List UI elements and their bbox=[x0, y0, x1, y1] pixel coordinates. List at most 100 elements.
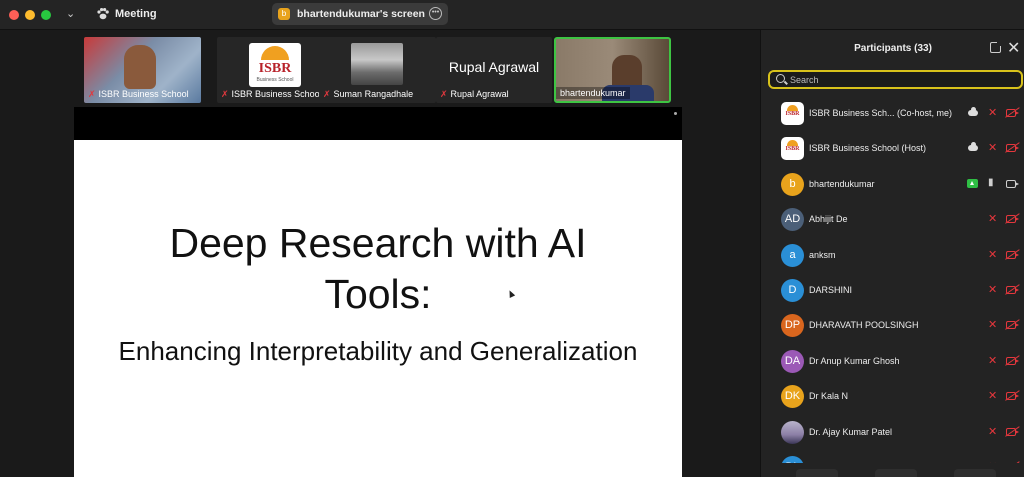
search-input[interactable] bbox=[790, 73, 1010, 86]
profile-picture bbox=[351, 43, 403, 85]
meeting-label: Meeting bbox=[115, 8, 157, 20]
close-icon[interactable]: ✕ bbox=[1007, 38, 1020, 58]
participant-row[interactable]: Dr. Ajay Kumar Patel ✕ bbox=[761, 415, 1024, 450]
participant-name: Dr Anup Kumar Ghosh bbox=[809, 355, 900, 366]
camera-off-icon[interactable] bbox=[1006, 392, 1019, 401]
video-tile-name: Rupal Agrawal bbox=[450, 89, 509, 99]
mic-icon[interactable]: ▮ bbox=[988, 177, 994, 188]
close-window-button[interactable] bbox=[9, 10, 19, 20]
camera-off-icon[interactable] bbox=[1006, 321, 1019, 330]
toolbar-button[interactable] bbox=[875, 469, 917, 477]
more-options-icon[interactable]: ••• bbox=[429, 7, 442, 20]
avatar: D bbox=[781, 279, 804, 302]
avatar: ISBR bbox=[781, 102, 804, 125]
muted-mic-icon[interactable]: ✕ bbox=[988, 460, 997, 463]
maximize-window-button[interactable] bbox=[41, 10, 51, 20]
avatar: DP bbox=[781, 314, 804, 338]
active-speaker-tile[interactable]: bhartendukumar bbox=[554, 37, 671, 103]
minimize-window-button[interactable] bbox=[25, 10, 35, 20]
participant-row[interactable]: AD Abhijit De ✕ bbox=[761, 202, 1024, 237]
camera-off-icon[interactable] bbox=[1006, 250, 1019, 259]
screen-share-label: bhartendukumar's screen bbox=[297, 8, 425, 20]
participant-name: ISBR Business School (Host) bbox=[809, 143, 927, 154]
share-indicator-dot bbox=[674, 112, 677, 115]
avatar: DK bbox=[781, 385, 804, 409]
avatar: DL bbox=[781, 456, 804, 463]
title-bar: ⌄ Meeting b bhartendukumar's screen ••• bbox=[0, 0, 1024, 30]
participants-panel: Participants (33) ✕ ISBR ISBR Business Sc… bbox=[760, 30, 1024, 477]
share-screen-icon bbox=[967, 178, 978, 188]
video-tile[interactable]: Rupal Agrawal ✗ Rupal Agrawal bbox=[436, 37, 552, 103]
participant-name: Dr. Ajay Kumar Patel bbox=[809, 426, 893, 437]
chevron-down-icon[interactable]: ⌄ bbox=[66, 7, 75, 20]
participant-name: bhartendukumar bbox=[809, 178, 875, 189]
video-tile-name: ISBR Business School bbox=[98, 89, 189, 99]
muted-mic-icon[interactable]: ✕ bbox=[988, 248, 997, 261]
participant-row[interactable]: DL ✕ bbox=[761, 450, 1024, 463]
participant-search[interactable] bbox=[768, 70, 1023, 89]
participant-name: anksm bbox=[809, 249, 836, 260]
avatar: DA bbox=[781, 349, 804, 373]
isbr-logo: ISBR Business School bbox=[249, 43, 301, 87]
screen-share-pill[interactable]: b bhartendukumar's screen ••• bbox=[272, 3, 448, 25]
video-tile-display-name: Rupal Agrawal bbox=[448, 59, 540, 75]
zoom-meeting-window: ⌄ Meeting b bhartendukumar's screen ••• … bbox=[0, 0, 1024, 477]
participant-name: DARSHINI bbox=[809, 285, 853, 295]
video-tile[interactable]: ISBR Business School ✗ ISBR Business Scho… bbox=[217, 37, 334, 103]
camera-off-icon[interactable] bbox=[1006, 109, 1019, 117]
participant-row[interactable]: ISBR ISBR Business School (Host) ✕ bbox=[761, 131, 1024, 166]
participant-name: ISBR Business Sch... (Co-host, me) bbox=[809, 108, 953, 118]
participant-list: ISBR ISBR Business Sch... (Co-host, me) ✕ I… bbox=[761, 96, 1024, 463]
meeting-icon bbox=[97, 8, 109, 20]
video-tile-name: Suman Rangadhale bbox=[333, 89, 414, 99]
presentation-slide: Deep Research with AI Tools: Enhancing I… bbox=[74, 140, 682, 477]
camera-icon[interactable] bbox=[1006, 179, 1019, 188]
participant-name: Abhijit De bbox=[809, 214, 848, 225]
video-tile-name: ISBR Business School bbox=[231, 89, 322, 99]
muted-mic-icon[interactable]: ✕ bbox=[988, 212, 997, 225]
video-tile[interactable]: ✗ Suman Rangadhale bbox=[319, 37, 436, 103]
muted-mic-icon[interactable]: ✕ bbox=[988, 141, 997, 154]
cloud-icon bbox=[968, 107, 978, 116]
screen-share-badge: b bbox=[278, 8, 290, 20]
muted-mic-icon[interactable]: ✕ bbox=[988, 318, 997, 331]
muted-mic-icon: ✗ bbox=[221, 89, 229, 99]
muted-mic-icon[interactable]: ✕ bbox=[988, 425, 997, 438]
participant-video-face bbox=[124, 45, 156, 89]
avatar bbox=[781, 420, 804, 444]
slide-subtitle: Enhancing Interpretability and Generaliz… bbox=[118, 336, 638, 366]
toolbar-button[interactable] bbox=[954, 469, 996, 477]
participant-row[interactable]: D DARSHINI ✕ bbox=[761, 273, 1024, 308]
muted-mic-icon[interactable]: ✕ bbox=[988, 389, 997, 402]
slide-title: Deep Research with AI Tools: bbox=[169, 220, 587, 317]
cloud-icon bbox=[968, 142, 978, 152]
participant-row[interactable]: a anksm ✕ bbox=[761, 238, 1024, 273]
camera-off-icon[interactable] bbox=[1006, 427, 1019, 436]
muted-mic-icon[interactable]: ✕ bbox=[988, 354, 997, 367]
muted-mic-icon[interactable]: ✕ bbox=[988, 283, 997, 296]
avatar: a bbox=[781, 243, 804, 267]
participant-name: DHARAVATH POOLSINGH bbox=[809, 320, 919, 331]
participant-row[interactable]: b bhartendukumar ▮ bbox=[761, 167, 1024, 202]
muted-mic-icon: ✗ bbox=[88, 89, 96, 99]
camera-off-icon[interactable] bbox=[1006, 286, 1019, 294]
participant-row[interactable]: DP DHARAVATH POOLSINGH ✕ bbox=[761, 308, 1024, 343]
avatar: b bbox=[781, 172, 804, 196]
pop-out-icon[interactable] bbox=[990, 40, 1003, 53]
camera-off-icon[interactable] bbox=[1006, 215, 1019, 224]
video-tile[interactable]: ✗ ISBR Business School bbox=[84, 37, 201, 103]
search-icon bbox=[776, 74, 785, 83]
camera-off-icon[interactable] bbox=[1006, 356, 1019, 365]
avatar: ISBR bbox=[781, 137, 804, 161]
video-tile-name: bhartendukumar bbox=[556, 87, 630, 99]
muted-mic-icon: ✗ bbox=[323, 89, 331, 99]
camera-off-icon[interactable] bbox=[1006, 144, 1019, 153]
muted-mic-icon[interactable]: ✕ bbox=[988, 106, 997, 119]
participant-row[interactable]: ISBR ISBR Business Sch... (Co-host, me) ✕ bbox=[761, 96, 1024, 131]
participant-row[interactable]: DK Dr Kala N ✕ bbox=[761, 379, 1024, 414]
participant-row[interactable]: DA Dr Anup Kumar Ghosh ✕ bbox=[761, 344, 1024, 379]
avatar: AD bbox=[781, 208, 804, 232]
toolbar-button[interactable] bbox=[796, 469, 838, 477]
shared-screen: Deep Research with AI Tools: Enhancing I… bbox=[74, 107, 682, 477]
panel-title: Participants (33) bbox=[854, 43, 932, 54]
